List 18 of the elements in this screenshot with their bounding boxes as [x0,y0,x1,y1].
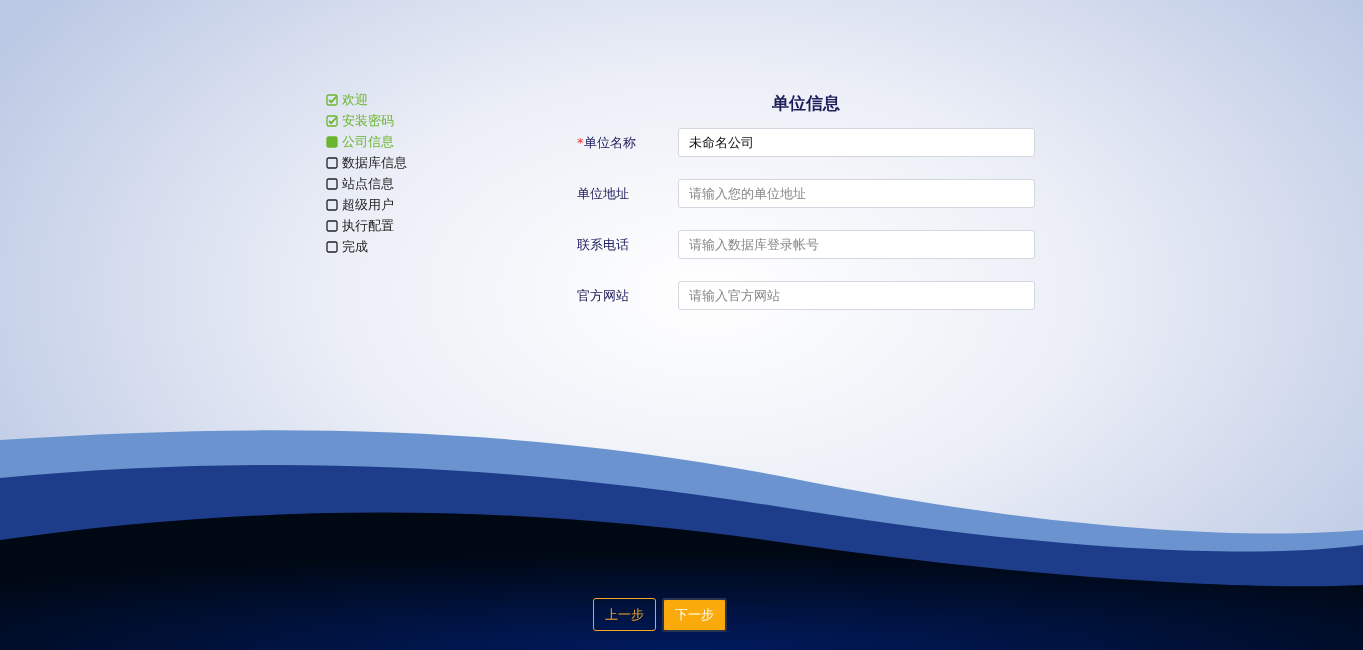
step-item: 完成 [326,236,577,257]
step-item: 安装密码 [326,110,577,131]
step-item: 站点信息 [326,173,577,194]
step-item: 数据库信息 [326,152,577,173]
text-input-field[interactable]: 未命名公司 [677,128,1035,157]
text-input-field[interactable]: 请输入官方网站 [677,281,1035,310]
field-label: 官方网站 [577,286,630,305]
field-label: 联系电话 [577,235,630,254]
step-item: 超级用户 [326,194,577,215]
text-input-field[interactable]: 请输入您的单位地址 [677,179,1035,208]
field-label: 单位地址 [577,184,630,203]
form-title: 单位信息 [771,92,841,115]
field-label: *单位名称 [577,133,637,152]
text-input-field[interactable]: 请输入数据库登录帐号 [677,230,1035,259]
step-item: 欢迎 [326,89,577,110]
step-item: 公司信息 [326,131,577,152]
previous-button[interactable]: 上一步 [592,598,656,631]
step-item: 执行配置 [326,215,577,236]
